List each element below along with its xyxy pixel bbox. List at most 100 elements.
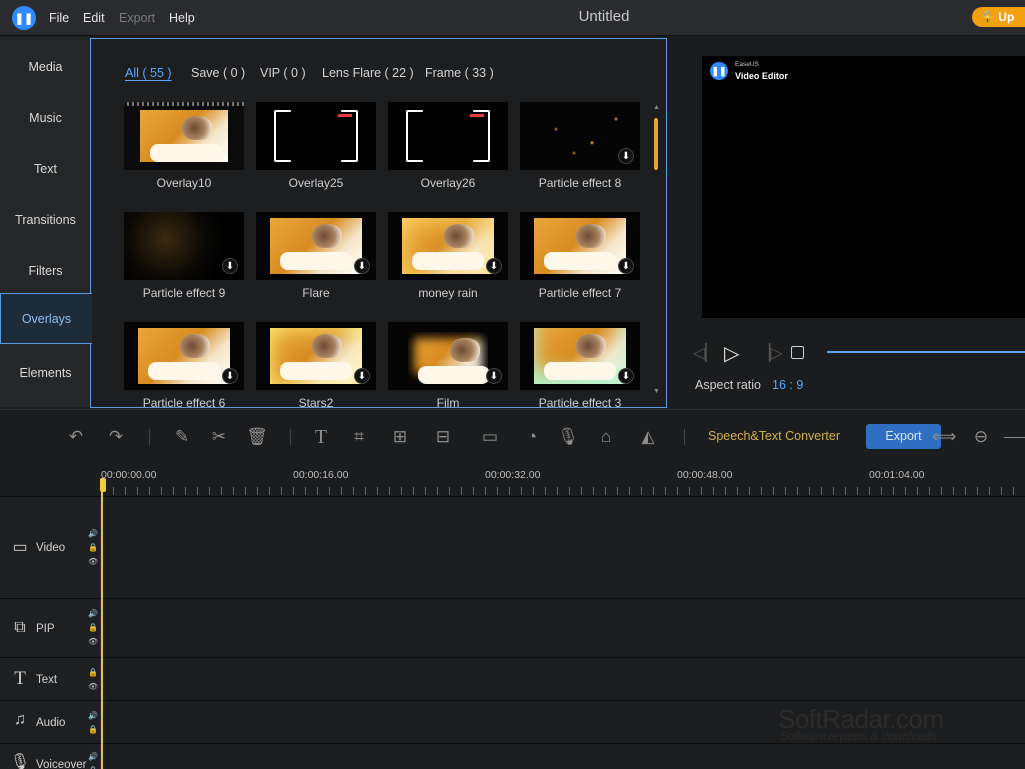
volume-icon[interactable]: 🔊 (88, 607, 98, 621)
overlay-card[interactable]: ⬇ Flare (256, 212, 376, 317)
scroll-down-icon[interactable]: ▼ (653, 388, 660, 395)
track-text[interactable]: T Text 🔒 👁 (0, 657, 1025, 700)
overlay-card[interactable]: Overlay26 (388, 102, 508, 207)
playhead[interactable] (101, 478, 103, 769)
lock-icon[interactable]: 🔒 (88, 723, 98, 737)
overlay-thumbnail[interactable]: ⬇ (388, 322, 508, 390)
download-icon[interactable]: ⬇ (618, 258, 634, 274)
mosaic-icon[interactable]: ⊟ (432, 427, 454, 447)
overlay-thumbnail[interactable]: ⬇ (520, 212, 640, 280)
aspect-ratio-value[interactable]: 16 : 9 (772, 378, 803, 392)
track-controls[interactable]: 🔊🔒 (88, 750, 98, 769)
playhead-handle[interactable] (100, 478, 106, 492)
eye-icon[interactable]: 👁 (88, 555, 98, 569)
menu-help[interactable]: Help (169, 11, 195, 25)
eye-icon[interactable]: 👁 (88, 635, 98, 649)
speech-text-converter-button[interactable]: Speech&Text Converter (708, 429, 840, 443)
download-icon[interactable]: ⬇ (618, 368, 634, 384)
trash-icon[interactable]: 🗑 (246, 427, 268, 447)
crop-icon[interactable]: ⌗ (348, 427, 370, 447)
download-icon[interactable]: ⬇ (222, 368, 238, 384)
redo-icon[interactable]: ↷ (105, 427, 127, 447)
play-icon[interactable]: ▷ (724, 341, 739, 366)
download-icon[interactable]: ⬇ (486, 258, 502, 274)
library-scrollbar[interactable]: ▲ ▼ (653, 104, 660, 395)
volume-icon[interactable]: 🔊 (88, 709, 98, 723)
next-frame-icon[interactable]: ▕▷ (758, 343, 783, 363)
filter-save[interactable]: Save ( 0 ) (191, 66, 245, 80)
overlay-thumbnail[interactable]: ⬇ (520, 322, 640, 390)
overlay-thumbnail[interactable]: ⬇ (256, 322, 376, 390)
download-icon[interactable]: ⬇ (618, 148, 634, 164)
softradar-tagline: Software reviews & downloads (780, 731, 937, 743)
stop-icon[interactable] (791, 346, 804, 359)
overlay-card[interactable]: Overlay25 (256, 102, 376, 207)
filter-vip[interactable]: VIP ( 0 ) (260, 66, 306, 80)
pen-icon[interactable]: ✎ (171, 427, 193, 447)
sidebar-item-music[interactable]: Music (0, 93, 91, 144)
overlay-thumbnail[interactable]: ⬇ (520, 102, 640, 170)
track-controls[interactable]: 🔊 🔒 👁 (88, 527, 98, 569)
overlay-card[interactable]: ⬇ Particle effect 8 (520, 102, 640, 207)
overlay-card[interactable]: ⬇ Particle effect 9 (124, 212, 244, 317)
overlay-thumbnail[interactable] (256, 102, 376, 170)
presentation-icon[interactable]: ⌂ (595, 427, 617, 447)
filter-lens-flare[interactable]: Lens Flare ( 22 ) (322, 66, 414, 80)
track-controls[interactable]: 🔊🔒 (88, 709, 98, 737)
filter-all[interactable]: All ( 55 ) (125, 66, 172, 80)
overlay-thumbnail[interactable]: ⬇ (124, 322, 244, 390)
speed-icon[interactable]: ◔ (521, 427, 543, 447)
export-button[interactable]: Export (866, 424, 941, 449)
track-video[interactable]: ▭ Video 🔊 🔒 👁 (0, 496, 1025, 598)
download-icon[interactable]: ⬇ (354, 258, 370, 274)
scrollbar-thumb[interactable] (654, 118, 658, 170)
sidebar-item-text[interactable]: Text (0, 144, 91, 195)
volume-icon[interactable]: 🔊 (88, 527, 98, 541)
timeline-ruler[interactable]: 00:00:00.00 00:00:16.00 00:00:32.00 00:0… (0, 463, 1025, 496)
text-tool-icon[interactable]: T (310, 427, 332, 447)
track-voiceover[interactable]: 🎙 Voiceover 🔊🔒 (0, 743, 1025, 769)
prev-frame-icon[interactable]: ◁▏ (693, 343, 718, 363)
paint-bucket-icon[interactable]: ◭ (637, 427, 659, 447)
zoom-out-icon[interactable]: ⊖ (970, 427, 992, 447)
sidebar-item-elements[interactable]: Elements (0, 348, 91, 399)
undo-icon[interactable]: ↶ (65, 427, 87, 447)
sidebar-item-filters[interactable]: Filters (0, 246, 91, 297)
download-icon[interactable]: ⬇ (354, 368, 370, 384)
overlay-thumbnail[interactable] (124, 102, 244, 170)
eye-icon[interactable]: 👁 (88, 680, 98, 694)
playback-progress-bar[interactable] (827, 351, 1025, 353)
menu-file[interactable]: File (49, 11, 69, 25)
lock-icon[interactable]: 🔒 (88, 541, 98, 555)
sidebar-item-transitions[interactable]: Transitions (0, 195, 91, 246)
overlay-card[interactable]: Overlay10 (124, 102, 244, 207)
sidebar-item-media[interactable]: Media (0, 42, 91, 93)
track-pip[interactable]: ⧉ PIP 🔊 🔒 👁 (0, 598, 1025, 657)
scroll-up-icon[interactable]: ▲ (653, 104, 660, 111)
sidebar-item-overlays[interactable]: Overlays (0, 293, 92, 344)
overlay-card[interactable]: ⬇ Particle effect 7 (520, 212, 640, 317)
volume-icon[interactable]: 🔊 (88, 750, 98, 764)
overlay-card[interactable]: ⬇ money rain (388, 212, 508, 317)
zoom-crop-icon[interactable]: ⊞ (389, 427, 411, 447)
upgrade-button[interactable]: 🔒 Up (972, 7, 1025, 27)
freeze-frame-icon[interactable]: ▭ (479, 427, 501, 447)
scissors-icon[interactable]: ✂ (208, 427, 230, 447)
overlay-thumbnail[interactable]: ⬇ (256, 212, 376, 280)
fit-width-icon[interactable]: ⟺ (932, 427, 956, 447)
lock-icon[interactable]: 🔒 (88, 764, 98, 769)
zoom-slider[interactable] (1004, 437, 1025, 438)
track-controls[interactable]: 🔒 👁 (88, 666, 98, 694)
track-controls[interactable]: 🔊 🔒 👁 (88, 607, 98, 649)
overlay-thumbnail[interactable]: ⬇ (124, 212, 244, 280)
overlay-thumbnail[interactable] (388, 102, 508, 170)
download-icon[interactable]: ⬇ (486, 368, 502, 384)
category-sidebar: Media Music Text Transitions Filters Ove… (0, 37, 92, 407)
filter-frame[interactable]: Frame ( 33 ) (425, 66, 494, 80)
lock-icon[interactable]: 🔒 (88, 666, 98, 680)
menu-edit[interactable]: Edit (83, 11, 105, 25)
download-icon[interactable]: ⬇ (222, 258, 238, 274)
microphone-icon[interactable]: 🎙 (557, 427, 579, 447)
lock-icon[interactable]: 🔒 (88, 621, 98, 635)
overlay-thumbnail[interactable]: ⬇ (388, 212, 508, 280)
